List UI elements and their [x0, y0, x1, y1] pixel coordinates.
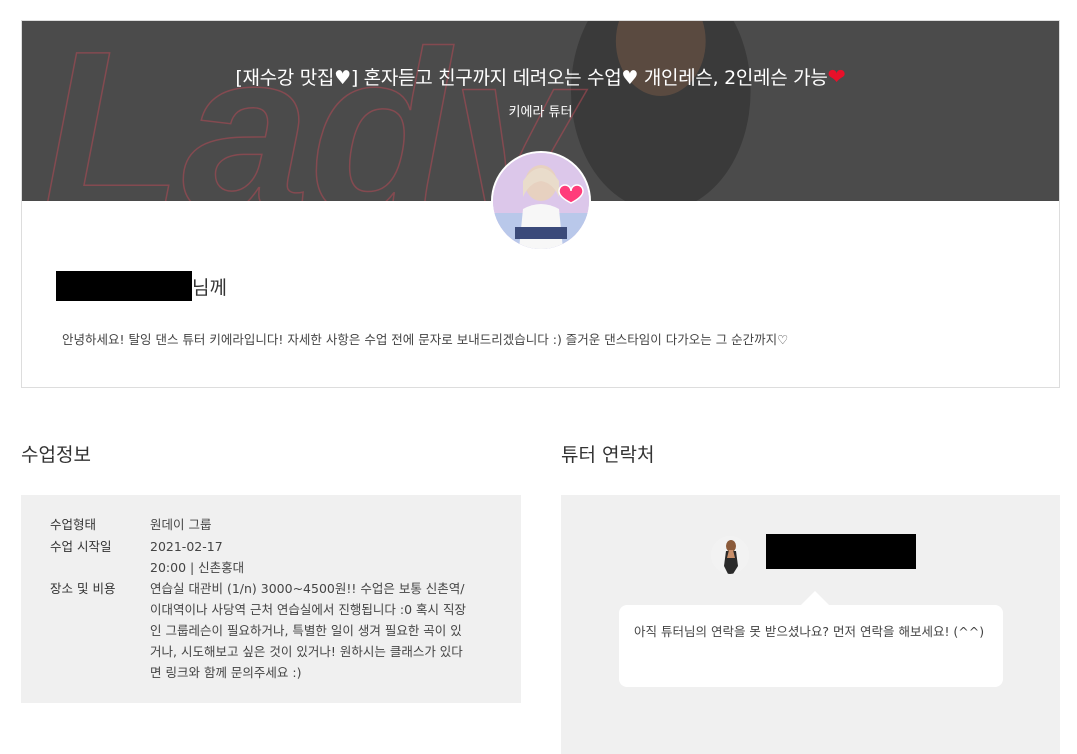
greeting-suffix: 님께 [192, 276, 227, 299]
tutor-avatar [491, 151, 591, 251]
redacted-student-name [56, 271, 192, 301]
class-summary-card: Lady [재수강 맛집♥] 혼자듣고 친구까지 데려오는 수업♥ 개인레슨, … [21, 20, 1060, 388]
greeting-heading: 님께 [56, 271, 227, 301]
class-type-value: 원데이 그룹 [150, 517, 212, 532]
class-title-text: [재수강 맛집♥] 혼자듣고 친구까지 데려오는 수업♥ 개인레슨, 2인레슨 … [235, 67, 828, 89]
class-title: [재수강 맛집♥] 혼자듣고 친구까지 데려오는 수업♥ 개인레슨, 2인레슨 … [22, 63, 1059, 90]
red-heart-icon: ❤ [827, 65, 846, 90]
start-date-value: 2021-02-17 [150, 539, 223, 554]
redacted-tutor-contact [766, 534, 916, 569]
class-info-heading: 수업정보 [21, 444, 91, 466]
class-info-panel: 수업형태 원데이 그룹 수업 시작일 2021-02-17 20:00 | 신촌… [21, 495, 521, 703]
start-time-location-value: 20:00 | 신촌홍대 [150, 560, 245, 575]
tutor-message: 안녕하세요! 탈잉 댄스 튜터 키에라입니다! 자세한 사항은 수업 전에 문자… [62, 332, 789, 347]
start-date-label: 수업 시작일 [50, 539, 112, 554]
tutor-name: 키에라 튜터 [508, 105, 573, 120]
contact-message-text: 아직 튜터님의 연락을 못 받으셨나요? 먼저 연락을 해보세요! (^^) [634, 624, 985, 639]
contact-message-bubble: 아직 튜터님의 연락을 못 받으셨나요? 먼저 연락을 해보세요! (^^) [619, 591, 1003, 687]
tutor-contact-panel: 아직 튜터님의 연락을 못 받으셨나요? 먼저 연락을 해보세요! (^^) [561, 495, 1060, 754]
tutor-contact-heading: 튜터 연락처 [561, 444, 655, 466]
tutor-thumbnail [711, 536, 749, 574]
class-type-label: 수업형태 [50, 517, 97, 532]
tutor-thumbnail-image [711, 536, 749, 574]
place-cost-value: 연습실 대관비 (1/n) 3000~4500원!! 수업은 보통 신촌역/이대… [150, 581, 466, 680]
place-cost-label: 장소 및 비용 [50, 581, 116, 596]
tutor-avatar-image [493, 153, 589, 249]
